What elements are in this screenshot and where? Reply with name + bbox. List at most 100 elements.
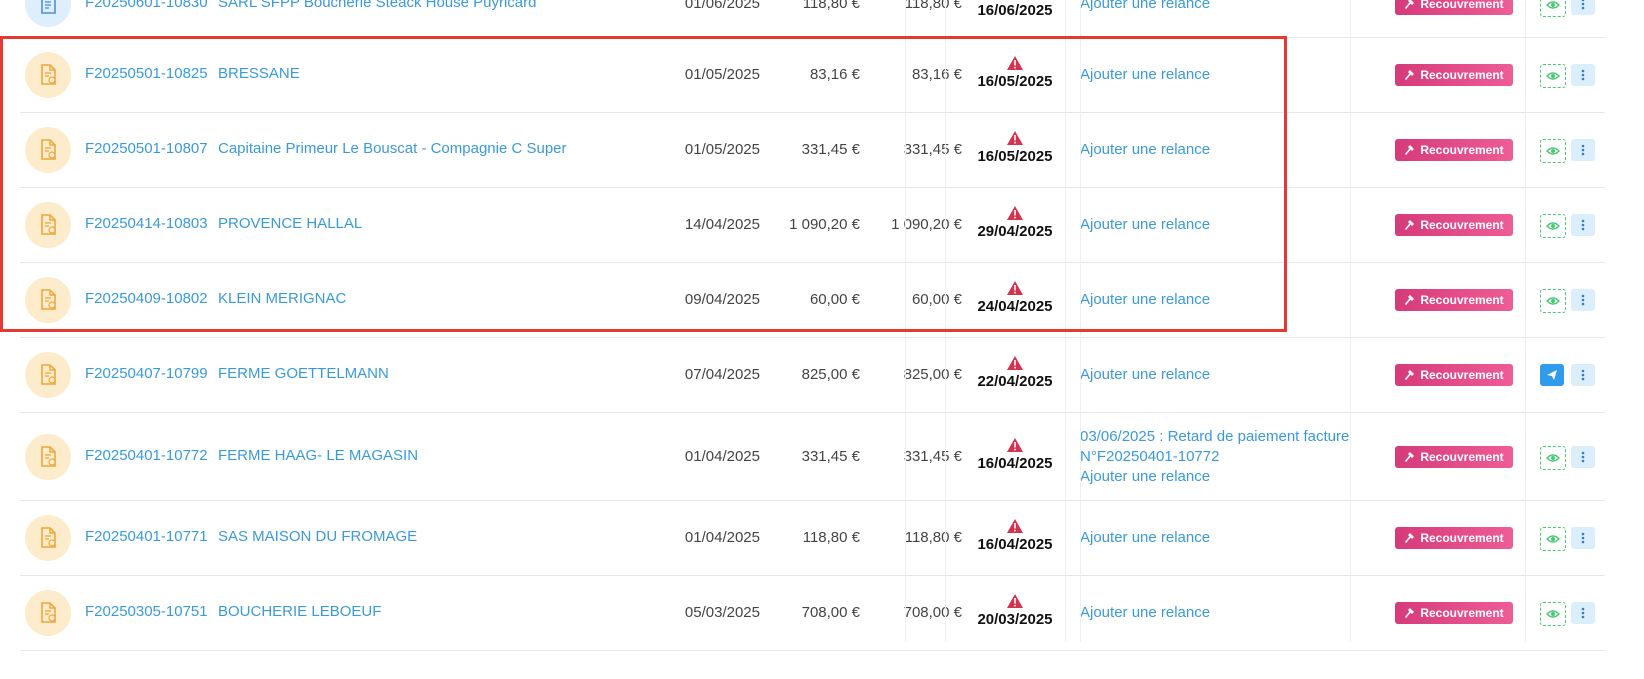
more-options-icon[interactable]: [1571, 139, 1595, 161]
hammer-icon: [1404, 369, 1416, 381]
add-relance-link[interactable]: Ajouter une relance: [1080, 365, 1210, 385]
eye-icon[interactable]: [1540, 289, 1566, 313]
invoice-date: 05/03/2025: [684, 604, 760, 621]
eye-icon[interactable]: [1540, 64, 1566, 88]
more-options-icon[interactable]: [1571, 445, 1595, 468]
eye-icon[interactable]: [1540, 445, 1566, 470]
amount-ttc: 118,80 €: [904, 529, 962, 546]
recouvrement-badge[interactable]: Recouvrement: [1395, 364, 1513, 386]
table-row[interactable]: F20250401-10772 FERME HAAG- LE MAGASIN 01/…: [20, 413, 1605, 501]
client-name-link[interactable]: FERME HAAG- LE MAGASIN: [218, 447, 418, 464]
eye-icon[interactable]: [1540, 602, 1566, 626]
add-relance-link[interactable]: Ajouter une relance: [1080, 215, 1210, 235]
status-label: Recouvrement: [1420, 606, 1504, 620]
table-row[interactable]: F20250501-10807 Capitaine Primeur Le Bous…: [20, 113, 1605, 188]
client-name-link[interactable]: PROVENCE HALLAL: [218, 215, 362, 232]
invoice-number-link[interactable]: F20250409-10802: [85, 290, 208, 307]
client-name-link[interactable]: BRESSANE: [218, 65, 300, 82]
table-row[interactable]: F20250414-10803 PROVENCE HALLAL 14/04/2025…: [20, 188, 1605, 263]
table-row[interactable]: F20250407-10799 FERME GOETTELMANN 07/04/20…: [20, 338, 1605, 413]
add-relance-link[interactable]: Ajouter une relance: [1080, 290, 1210, 310]
more-options-icon[interactable]: [1571, 289, 1595, 311]
due-date-cell: 16/05/2025: [965, 130, 1065, 165]
relance-entry-link[interactable]: N°F20250401-10772: [1080, 447, 1349, 467]
column-divider: [945, 0, 946, 642]
invoice-document-icon: [25, 515, 71, 561]
hammer-icon: [1404, 607, 1416, 619]
recouvrement-badge[interactable]: Recouvrement: [1395, 64, 1513, 86]
client-name-link[interactable]: SAS MAISON DU FROMAGE: [218, 528, 417, 545]
relance-cell: Ajouter une relance: [1080, 365, 1210, 385]
client-name-link[interactable]: Capitaine Primeur Le Bouscat - Compagnie…: [218, 140, 567, 157]
more-options-icon[interactable]: [1571, 602, 1595, 624]
recouvrement-badge[interactable]: Recouvrement: [1395, 139, 1513, 161]
add-relance-link[interactable]: Ajouter une relance: [1080, 528, 1210, 548]
recouvrement-badge[interactable]: Recouvrement: [1395, 527, 1513, 549]
recouvrement-badge[interactable]: Recouvrement: [1395, 445, 1513, 468]
hammer-icon: [1404, 0, 1416, 10]
eye-icon[interactable]: [1540, 214, 1566, 238]
add-relance-link[interactable]: Ajouter une relance: [1080, 140, 1210, 160]
relance-cell: Ajouter une relance: [1080, 140, 1210, 160]
due-date: 16/05/2025: [977, 73, 1053, 90]
amount-ttc: 1 090,20 €: [891, 216, 962, 233]
more-options-icon[interactable]: [1571, 64, 1595, 86]
column-divider: [1350, 0, 1351, 642]
invoice-number-link[interactable]: F20250601-10830: [85, 0, 208, 11]
eye-icon[interactable]: [1540, 139, 1566, 163]
invoice-number-link[interactable]: F20250414-10803: [85, 215, 208, 232]
invoice-document-icon: [25, 52, 71, 98]
table-row[interactable]: F20250501-10825 BRESSANE 01/05/2025 83,16 €…: [20, 38, 1605, 113]
recouvrement-badge[interactable]: Recouvrement: [1395, 0, 1513, 15]
invoice-number-link[interactable]: F20250501-10807: [85, 140, 208, 157]
client-name-link[interactable]: BOUCHERIE LEBOEUF: [218, 603, 381, 620]
add-relance-link[interactable]: Ajouter une relance: [1080, 65, 1210, 85]
amount-ht: 331,45 €: [801, 447, 860, 465]
due-date-cell: 24/04/2025: [965, 280, 1065, 315]
more-options-icon[interactable]: [1571, 214, 1595, 236]
add-relance-link[interactable]: Ajouter une relance: [1080, 0, 1210, 14]
add-relance-link[interactable]: Ajouter une relance: [1080, 467, 1349, 487]
client-name-link[interactable]: FERME GOETTELMANN: [218, 365, 389, 382]
recouvrement-badge[interactable]: Recouvrement: [1395, 289, 1513, 311]
more-options-icon[interactable]: [1571, 0, 1595, 15]
send-icon[interactable]: [1540, 364, 1564, 386]
due-date: 24/04/2025: [977, 298, 1053, 315]
column-divider: [905, 0, 906, 642]
more-options-icon[interactable]: [1571, 364, 1595, 386]
table-row[interactable]: F20250409-10802 KLEIN MERIGNAC 09/04/2025 6…: [20, 263, 1605, 338]
invoice-number-link[interactable]: F20250305-10751: [85, 603, 208, 620]
client-name-link[interactable]: SARL SFPP Boucherie Steack House Puyrica…: [218, 0, 537, 11]
client-name-link[interactable]: KLEIN MERIGNAC: [218, 290, 346, 307]
table-row[interactable]: F20250401-10771 SAS MAISON DU FROMAGE 01/0…: [20, 501, 1605, 576]
column-divider: [1525, 0, 1526, 642]
invoice-number-link[interactable]: F20250407-10799: [85, 365, 208, 382]
invoice-date: 01/06/2025: [684, 0, 760, 12]
table-row[interactable]: F20250305-10751 BOUCHERIE LEBOEUF 05/03/20…: [20, 576, 1605, 651]
invoice-date: 09/04/2025: [684, 291, 760, 308]
eye-icon[interactable]: [1540, 527, 1566, 551]
amount-ht: 825,00 €: [801, 366, 860, 383]
more-options-icon[interactable]: [1571, 527, 1595, 549]
invoice-number-link[interactable]: F20250401-10772: [85, 447, 208, 464]
table-row[interactable]: F20250601-10830 SARL SFPP Boucherie Steac…: [20, 0, 1605, 38]
recouvrement-badge[interactable]: Recouvrement: [1395, 214, 1513, 236]
amount-ht: 118,80 €: [802, 529, 860, 546]
amount-ht: 708,00 €: [801, 604, 860, 621]
recouvrement-badge[interactable]: Recouvrement: [1395, 602, 1513, 624]
status-label: Recouvrement: [1420, 293, 1504, 307]
invoice-number-link[interactable]: F20250401-10771: [85, 528, 208, 545]
status-label: Recouvrement: [1420, 68, 1504, 82]
due-date-cell: 20/03/2025: [965, 593, 1065, 628]
invoice-date: 01/05/2025: [684, 141, 760, 158]
column-divider: [1065, 0, 1066, 642]
relance-entry-link[interactable]: 03/06/2025 : Retard de paiement facture: [1080, 427, 1349, 447]
invoice-document-icon: [25, 352, 71, 398]
due-date: 16/05/2025: [977, 148, 1053, 165]
relance-cell: Ajouter une relance: [1080, 528, 1210, 548]
invoice-number-link[interactable]: F20250501-10825: [85, 65, 208, 82]
eye-icon[interactable]: [1540, 0, 1566, 17]
amount-ht: 118,80 €: [802, 0, 860, 12]
add-relance-link[interactable]: Ajouter une relance: [1080, 603, 1210, 623]
hammer-icon: [1404, 219, 1416, 231]
